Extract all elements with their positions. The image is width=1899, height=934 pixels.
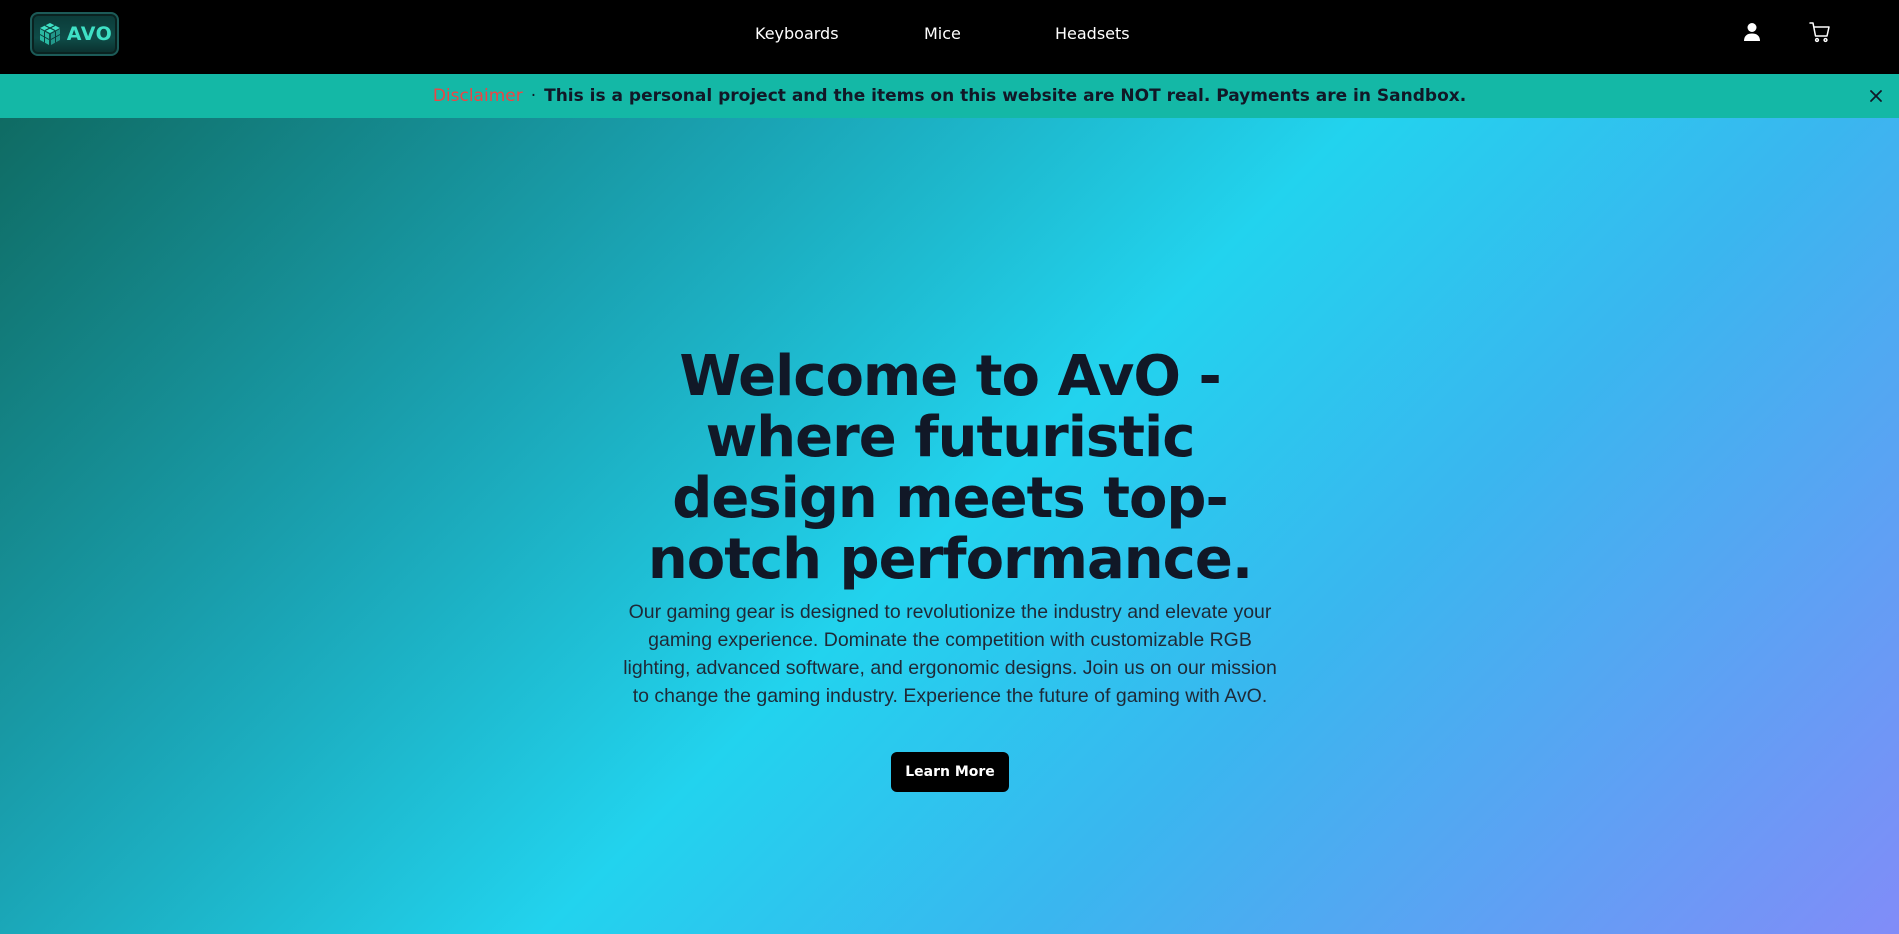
brand-logo[interactable]: AVO (30, 12, 119, 56)
hero-section: Welcome to AvO - where futuristic design… (0, 118, 1899, 934)
nav-link-headsets[interactable]: Headsets (1055, 24, 1130, 43)
user-icon[interactable] (1740, 20, 1764, 44)
disclaimer-separator: · (530, 86, 537, 106)
cart-icon[interactable] (1808, 20, 1832, 44)
hero-content: Welcome to AvO - where futuristic design… (610, 346, 1290, 792)
learn-more-button[interactable]: Learn More (891, 752, 1009, 792)
logo-text: AVO (66, 23, 113, 45)
nav-link-keyboards[interactable]: Keyboards (755, 24, 839, 43)
close-icon[interactable] (1866, 86, 1886, 106)
hero-description: Our gaming gear is designed to revolutio… (623, 601, 1277, 707)
nav-link-mice[interactable]: Mice (924, 24, 961, 43)
navbar: AVO Keyboards Mice Headsets (0, 0, 1899, 74)
disclaimer-label: Disclaimer (432, 86, 523, 106)
disclaimer-banner: Disclaimer · This is a personal project … (0, 74, 1899, 118)
hero-title: Welcome to AvO - where futuristic design… (647, 344, 1253, 592)
disclaimer-text: This is a personal project and the items… (544, 86, 1467, 106)
cube-logo-icon (39, 23, 61, 45)
